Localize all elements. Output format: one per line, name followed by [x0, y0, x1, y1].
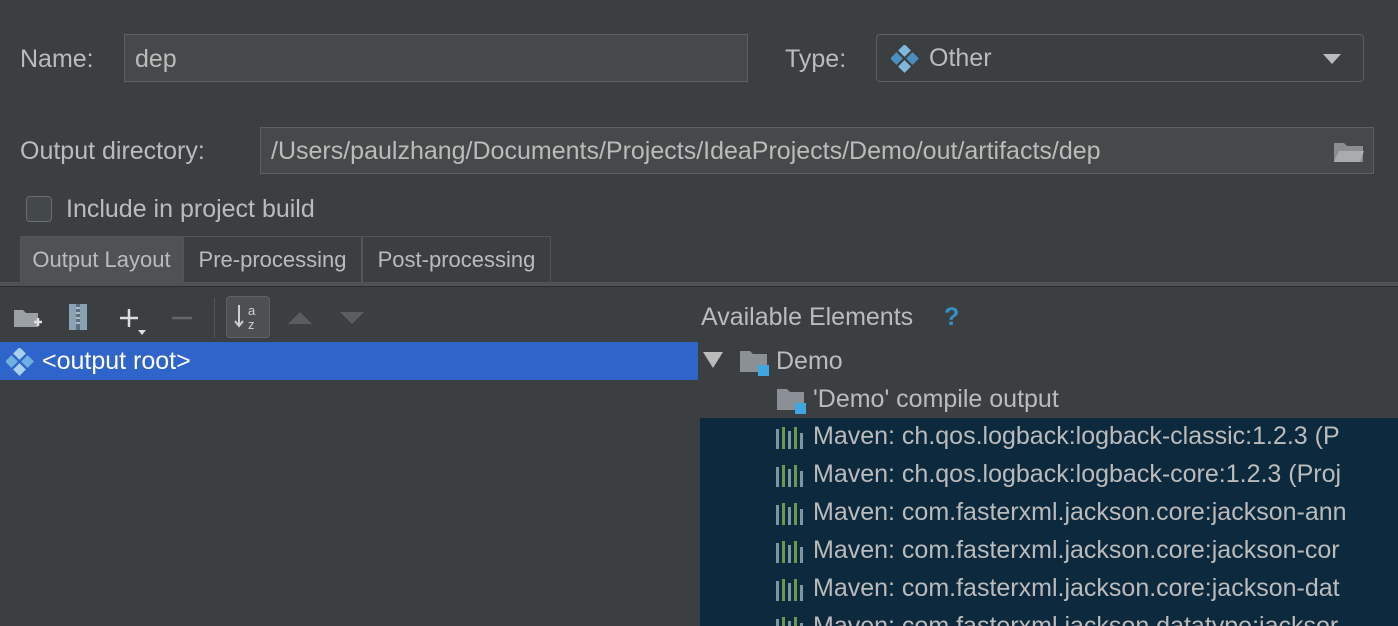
available-elements-header: Available Elements [701, 303, 914, 331]
browse-folder-icon[interactable] [1333, 140, 1365, 164]
include-checkbox[interactable] [26, 196, 52, 222]
output-dir-value: /Users/paulzhang/Documents/Projects/Idea… [271, 137, 1101, 165]
move-up-icon[interactable] [286, 300, 314, 336]
tab-divider [0, 286, 1398, 287]
type-combo[interactable]: Other [876, 34, 1364, 82]
include-label: Include in project build [66, 195, 315, 223]
library-row[interactable]: Maven: com.fasterxml.jackson.core:jackso… [700, 532, 1398, 570]
module-folder-icon [740, 351, 769, 376]
library-row[interactable]: Maven: com.fasterxml.jackson.datatype:ja… [700, 608, 1398, 626]
add-icon[interactable] [116, 300, 152, 336]
library-row[interactable]: Maven: ch.qos.logback:logback-classic:1.… [700, 418, 1398, 456]
type-label: Type: [785, 45, 847, 73]
artifact-other-icon [891, 45, 919, 73]
library-icon [776, 465, 803, 487]
output-root-label: <output root> [42, 347, 191, 375]
toolbar-separator [214, 298, 215, 338]
sort-button[interactable]: a z [226, 296, 270, 338]
module-demo[interactable]: Demo [776, 343, 843, 380]
library-label: Maven: ch.qos.logback:logback-classic:1.… [813, 422, 1340, 450]
sort-alphabetically-icon: a z [234, 303, 256, 332]
library-label: Maven: com.fasterxml.jackson.core:jackso… [813, 536, 1340, 564]
library-icon [776, 579, 803, 601]
svg-text:z: z [248, 317, 255, 332]
output-root-row[interactable]: <output root> [0, 342, 698, 380]
library-row[interactable]: Maven: ch.qos.logback:logback-core:1.2.3… [700, 456, 1398, 494]
library-icon [776, 617, 803, 626]
compile-output-folder-icon [777, 389, 806, 414]
library-row[interactable]: Maven: com.fasterxml.jackson.core:jackso… [700, 570, 1398, 608]
library-label: Maven: com.fasterxml.jackson.core:jackso… [813, 498, 1347, 526]
name-label: Name: [20, 45, 94, 73]
library-label: Maven: com.fasterxml.jackson.core:jackso… [813, 574, 1340, 602]
output-dir-label: Output directory: [20, 137, 205, 165]
remove-icon[interactable] [170, 300, 194, 336]
tab-post-processing[interactable]: Post-processing [362, 236, 551, 282]
name-input[interactable]: dep [124, 34, 748, 82]
library-icon [776, 427, 803, 449]
create-archive-icon[interactable] [66, 300, 90, 336]
tab-pre-processing[interactable]: Pre-processing [183, 236, 362, 282]
library-icon [776, 503, 803, 525]
chevron-down-icon [1323, 54, 1341, 64]
library-label: Maven: ch.qos.logback:logback-core:1.2.3… [813, 460, 1342, 488]
library-label: Maven: com.fasterxml.jackson.datatype:ja… [813, 612, 1339, 626]
library-row[interactable]: Maven: com.fasterxml.jackson.core:jackso… [700, 494, 1398, 532]
svg-text:a: a [248, 303, 256, 318]
type-value: Other [929, 44, 992, 72]
output-dir-input[interactable]: /Users/paulzhang/Documents/Projects/Idea… [260, 127, 1374, 174]
tree-expand-icon[interactable] [703, 352, 723, 368]
library-list: Maven: ch.qos.logback:logback-classic:1.… [700, 418, 1398, 626]
tab-output-layout[interactable]: Output Layout [20, 236, 183, 282]
output-root-icon [6, 348, 34, 376]
library-icon [776, 541, 803, 563]
new-directory-icon[interactable] [12, 300, 44, 336]
help-icon[interactable]: ? [944, 302, 959, 332]
move-down-icon[interactable] [338, 300, 366, 336]
compile-output-item[interactable]: 'Demo' compile output [813, 381, 1059, 418]
